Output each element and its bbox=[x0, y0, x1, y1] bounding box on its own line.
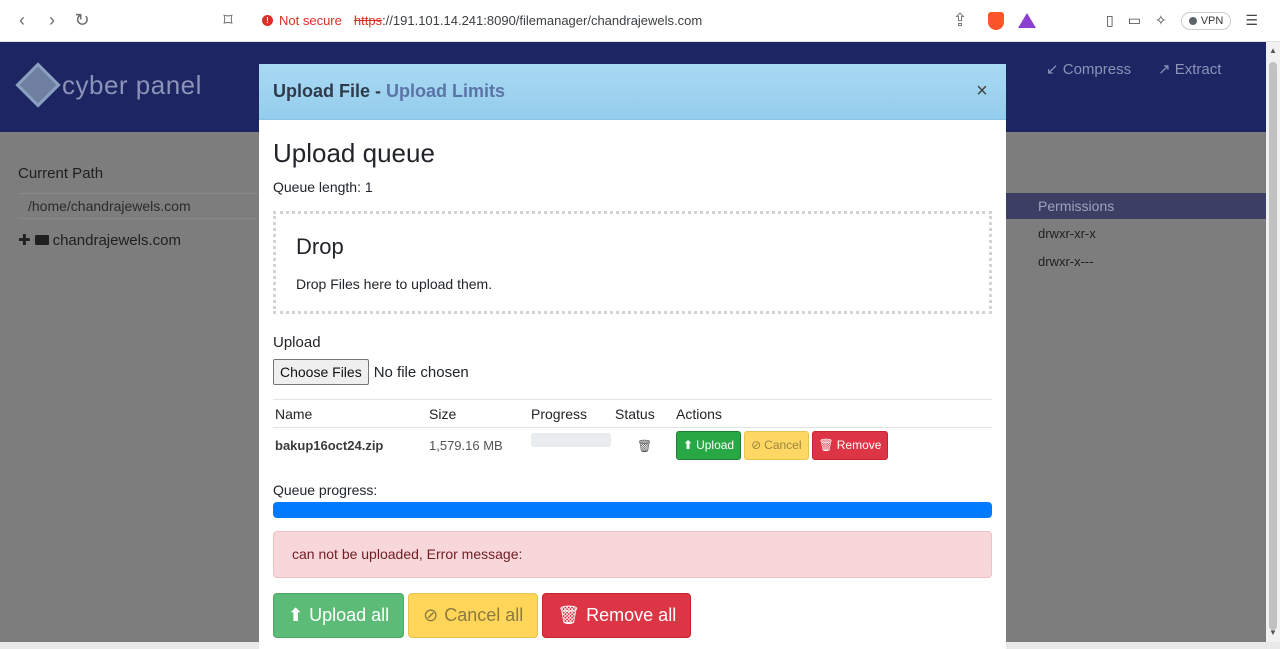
remove-button[interactable]: 🗑 Remove bbox=[811, 430, 889, 460]
page-scrollbar[interactable]: ▲ ▼ bbox=[1266, 42, 1280, 642]
file-name: bakup16oct24.zip bbox=[275, 437, 384, 453]
forward-icon[interactable]: › bbox=[38, 7, 66, 35]
modal-body: Upload queue Queue length: 1 Drop Drop F… bbox=[259, 138, 1006, 638]
browser-toolbar: ‹ › ↻ ⌑ ! Not secure https://191.101.14.… bbox=[0, 0, 1280, 42]
modal-title: Upload File - Upload Limits bbox=[273, 81, 505, 102]
upload-icon: ⬆ bbox=[288, 605, 304, 625]
table-row: bakup16oct24.zip 1,579.16 MB 🗑 ⬆ Upload ⊘… bbox=[273, 428, 992, 462]
cancel-all-label: Cancel all bbox=[444, 605, 524, 625]
drop-text: Drop Files here to upload them. bbox=[296, 276, 493, 292]
brave-shield-icon[interactable] bbox=[988, 11, 1004, 30]
trash-icon: 🗑 bbox=[637, 438, 653, 453]
upload-button-label: Upload bbox=[696, 438, 735, 452]
brave-rewards-icon[interactable] bbox=[1018, 13, 1036, 28]
cyberpanel-logo-icon bbox=[15, 62, 61, 108]
vpn-label: VPN bbox=[1200, 14, 1224, 27]
upload-queue-title: Upload queue bbox=[273, 138, 435, 168]
address-bar-actions: ⇪ bbox=[946, 7, 1036, 35]
url-protocol: https bbox=[353, 13, 383, 28]
file-size: 1,579.16 MB bbox=[429, 437, 503, 453]
compress-action[interactable]: ↙ Compress bbox=[1046, 60, 1131, 78]
logo-text: cyber panel bbox=[62, 69, 202, 100]
drop-title: Drop bbox=[296, 234, 344, 259]
queue-progress-label: Queue progress: bbox=[273, 482, 378, 498]
col-name: Name bbox=[275, 405, 313, 422]
left-panel: Current Path /home/chandrajewels.com ✚ c… bbox=[18, 165, 258, 249]
compress-label: Compress bbox=[1062, 61, 1132, 78]
vpn-icon bbox=[1188, 16, 1197, 25]
wallet-icon[interactable]: ▭ bbox=[1128, 12, 1141, 29]
upload-all-button[interactable]: ⬆ Upload all bbox=[273, 593, 405, 638]
col-size: Size bbox=[429, 405, 457, 422]
current-path-label: Current Path bbox=[18, 165, 104, 182]
folder-icon bbox=[34, 235, 49, 245]
url-text[interactable]: https://191.101.14.241:8090/filemanager/… bbox=[354, 13, 702, 28]
upload-icon: ⬆ bbox=[683, 438, 694, 452]
drop-zone[interactable]: Drop Drop Files here to upload them. bbox=[273, 211, 992, 314]
address-bar[interactable]: ! Not secure https://191.101.14.241:8090… bbox=[254, 5, 1044, 36]
not-secure-label[interactable]: Not secure bbox=[279, 13, 342, 28]
permission-cell: drwxr-x--- bbox=[1038, 254, 1094, 269]
col-status: Status bbox=[615, 405, 655, 422]
share-icon[interactable]: ⇪ bbox=[946, 7, 974, 35]
extract-action[interactable]: ↗ Extract bbox=[1158, 60, 1221, 78]
leo-icon[interactable]: ✧ bbox=[1155, 12, 1167, 29]
cancel-all-button[interactable]: ⊘ Cancel all bbox=[408, 593, 539, 638]
cancel-icon: ⊘ bbox=[751, 438, 762, 452]
scroll-thumb[interactable] bbox=[1269, 62, 1277, 630]
cancel-icon: ⊘ bbox=[423, 605, 439, 625]
logo[interactable]: cyber panel bbox=[15, 62, 202, 108]
modal-title-text: Upload File - bbox=[273, 81, 387, 101]
queue-table: Name Size Progress Status Actions bakup1… bbox=[273, 399, 992, 462]
queue-progress-bar bbox=[273, 502, 992, 518]
vpn-button[interactable]: VPN bbox=[1180, 11, 1232, 30]
browser-extensions: ▯ ▭ ✧ VPN ☰ bbox=[1106, 11, 1258, 30]
file-progress-bar bbox=[531, 433, 611, 447]
remove-all-label: Remove all bbox=[586, 605, 677, 625]
permissions-header: Permissions bbox=[1006, 193, 1266, 219]
close-icon[interactable]: × bbox=[972, 80, 992, 103]
nav-buttons: ‹ › ↻ bbox=[8, 7, 96, 35]
scroll-down-icon[interactable]: ▼ bbox=[1269, 628, 1277, 637]
tree-item[interactable]: ✚ chandrajewels.com bbox=[18, 231, 181, 250]
upload-limits-link[interactable]: Upload Limits bbox=[386, 81, 505, 101]
no-file-label: No file chosen bbox=[373, 363, 469, 381]
trash-icon: 🗑 bbox=[818, 438, 834, 452]
file-progress-cell bbox=[531, 433, 615, 447]
queue-length: Queue length: 1 bbox=[273, 179, 373, 195]
plus-icon[interactable]: ✚ bbox=[18, 231, 31, 249]
remove-all-button[interactable]: 🗑 Remove all bbox=[542, 593, 692, 638]
tree-item-label: chandrajewels.com bbox=[52, 231, 181, 249]
scroll-up-icon[interactable]: ▲ bbox=[1269, 46, 1277, 55]
back-icon[interactable]: ‹ bbox=[8, 7, 36, 35]
col-actions: Actions bbox=[676, 405, 722, 422]
upload-all-label: Upload all bbox=[309, 605, 390, 625]
queue-table-header: Name Size Progress Status Actions bbox=[273, 400, 992, 428]
bulk-actions: ⬆ Upload all ⊘ Cancel all 🗑 Remove all bbox=[273, 593, 992, 638]
upload-label: Upload bbox=[273, 334, 321, 351]
col-progress: Progress bbox=[531, 405, 588, 422]
upload-modal: Upload File - Upload Limits × Upload que… bbox=[259, 64, 1006, 649]
url-path: ://191.101.14.241:8090/filemanager/chand… bbox=[382, 13, 703, 28]
sidebar-icon[interactable]: ▯ bbox=[1106, 12, 1114, 29]
status-cell: 🗑 bbox=[615, 438, 676, 453]
file-input: Choose Files No file chosen bbox=[273, 359, 992, 385]
modal-header: Upload File - Upload Limits × bbox=[259, 64, 1006, 120]
menu-icon[interactable]: ☰ bbox=[1245, 12, 1258, 29]
current-path-input[interactable]: /home/chandrajewels.com bbox=[18, 193, 258, 219]
permission-cell: drwxr-xr-x bbox=[1038, 226, 1096, 241]
choose-files-button[interactable]: Choose Files bbox=[273, 359, 369, 385]
cancel-button[interactable]: ⊘ Cancel bbox=[744, 430, 809, 460]
cancel-button-label: Cancel bbox=[764, 438, 802, 452]
trash-icon: 🗑 bbox=[557, 605, 581, 625]
bookmark-icon[interactable]: ⌑ bbox=[214, 7, 242, 35]
warning-icon: ! bbox=[262, 15, 273, 26]
row-actions: ⬆ Upload ⊘ Cancel 🗑 Remove bbox=[676, 430, 992, 460]
upload-button[interactable]: ⬆ Upload bbox=[676, 430, 742, 460]
remove-button-label: Remove bbox=[836, 438, 882, 452]
extract-label: Extract bbox=[1174, 61, 1222, 78]
reload-icon[interactable]: ↻ bbox=[68, 7, 96, 35]
error-alert: can not be uploaded, Error message: bbox=[273, 531, 992, 578]
